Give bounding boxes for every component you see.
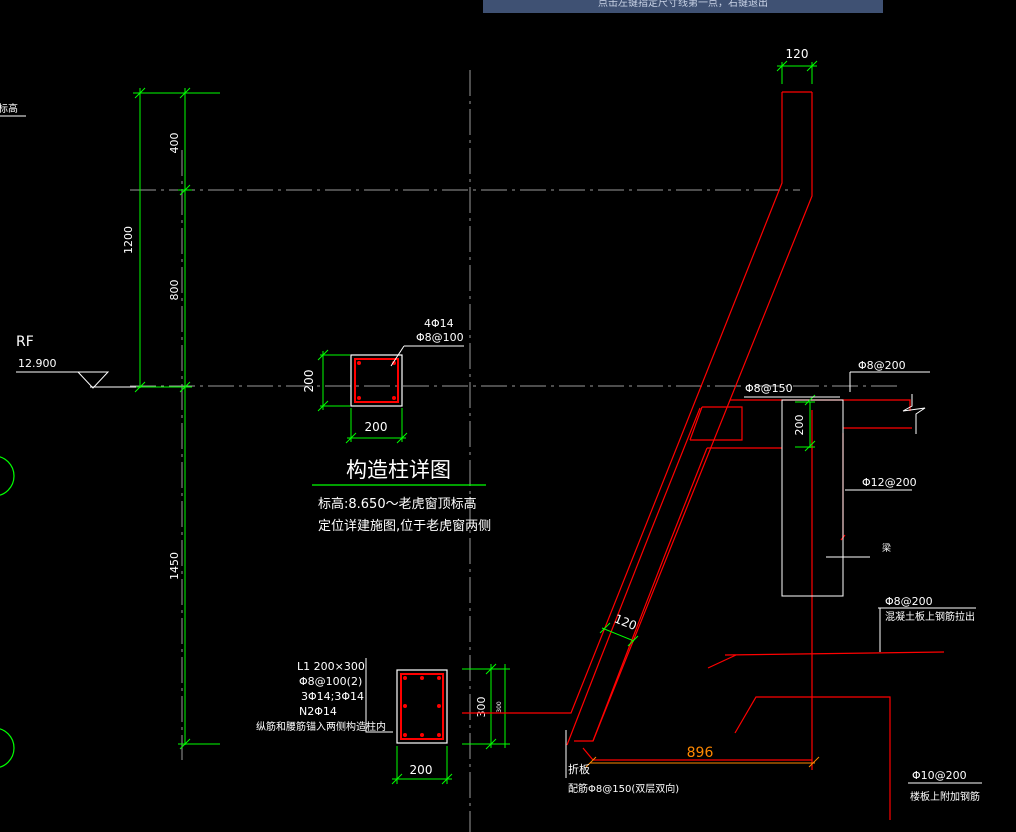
beam-L1-width-dim: 200 xyxy=(410,763,433,777)
beam-depth-dim: 200 xyxy=(793,415,806,436)
beam-L1-detail: L1 200×300 Φ8@100(2) 3Φ14;3Φ14 N2Φ14 纵筋和… xyxy=(256,658,510,785)
label-phi8-200-right: Φ8@200 xyxy=(885,595,933,608)
beam-L1-height-dim-small: 300 xyxy=(496,701,503,713)
label-beam: 梁 xyxy=(882,542,891,554)
column-stirrup-rebar: Φ8@100 xyxy=(416,331,464,344)
label-slab-rebar: 配筋Φ8@150(双层双向) xyxy=(568,782,679,795)
column-detail-title: 构造柱详图 xyxy=(346,458,451,482)
column-width-dim: 200 xyxy=(365,420,388,434)
bottom-span-dim: 896 xyxy=(687,745,714,761)
column-main-rebar: 4Φ14 xyxy=(424,317,454,330)
beam-L1-label: L1 200×300 xyxy=(297,660,365,673)
beam-L1-waist: N2Φ14 xyxy=(299,705,337,718)
dim-1200: 1200 xyxy=(122,226,135,254)
annotation-leaders xyxy=(565,371,982,784)
centerlines xyxy=(130,70,900,832)
rebar-annotations: Φ8@150 Φ8@200 Φ12@200 梁 Φ8@200 混凝土板上钢筋拉出… xyxy=(568,359,980,803)
label-phi8-200-top: Φ8@200 xyxy=(858,359,906,372)
axis-bubbles xyxy=(0,456,15,768)
level-elevation: 12.900 xyxy=(18,357,57,370)
axis-bubble-icon xyxy=(0,728,15,768)
beam-L1-main: 3Φ14;3Φ14 xyxy=(301,690,364,703)
level-triangle-icon xyxy=(77,371,110,389)
label-phi10-note: 楼板上附加钢筋 xyxy=(910,790,980,803)
beam-L1-height-dim: 300 xyxy=(475,697,488,718)
label-slab-note: 混凝土板上钢筋拉出 xyxy=(885,610,975,623)
dim-400: 400 xyxy=(168,133,181,154)
cutoff-left-label: 标高 xyxy=(0,102,18,115)
slope-thickness-dim: 120 xyxy=(612,612,638,634)
column-note-line2: 定位详建施图,位于老虎窗两侧 xyxy=(318,518,491,534)
dormer-section xyxy=(462,91,945,820)
label-phi10-200: Φ10@200 xyxy=(912,769,967,782)
beam-L1-stirrup xyxy=(400,673,444,740)
beam-L1-stirrup: Φ8@100(2) xyxy=(299,675,362,688)
label-slab: 折板 xyxy=(568,762,590,776)
label-phi12-200: Φ12@200 xyxy=(862,476,917,489)
axis-bubble-icon xyxy=(0,456,15,496)
dim-800: 800 xyxy=(168,280,181,301)
wall-inner-edge xyxy=(574,92,813,742)
label-phi8-150: Φ8@150 xyxy=(745,382,793,395)
cad-drawing-canvas[interactable]: 1200 400 800 1450 标高 RF 12.900 4Φ14 Φ8@1… xyxy=(0,0,1016,832)
dim-1450: 1450 xyxy=(168,552,181,580)
column-height-dim: 200 xyxy=(302,370,316,393)
left-dimension-lines xyxy=(133,87,220,750)
column-detail: 4Φ14 Φ8@100 200 200 构造柱详图 标高:8.650～老虎窗顶标… xyxy=(302,317,491,534)
level-marker: RF 12.900 xyxy=(16,334,136,389)
level-name: RF xyxy=(16,334,34,350)
wall-top-width-dim: 120 xyxy=(786,47,809,61)
column-note-line1: 标高:8.650～老虎窗顶标高 xyxy=(318,496,477,512)
